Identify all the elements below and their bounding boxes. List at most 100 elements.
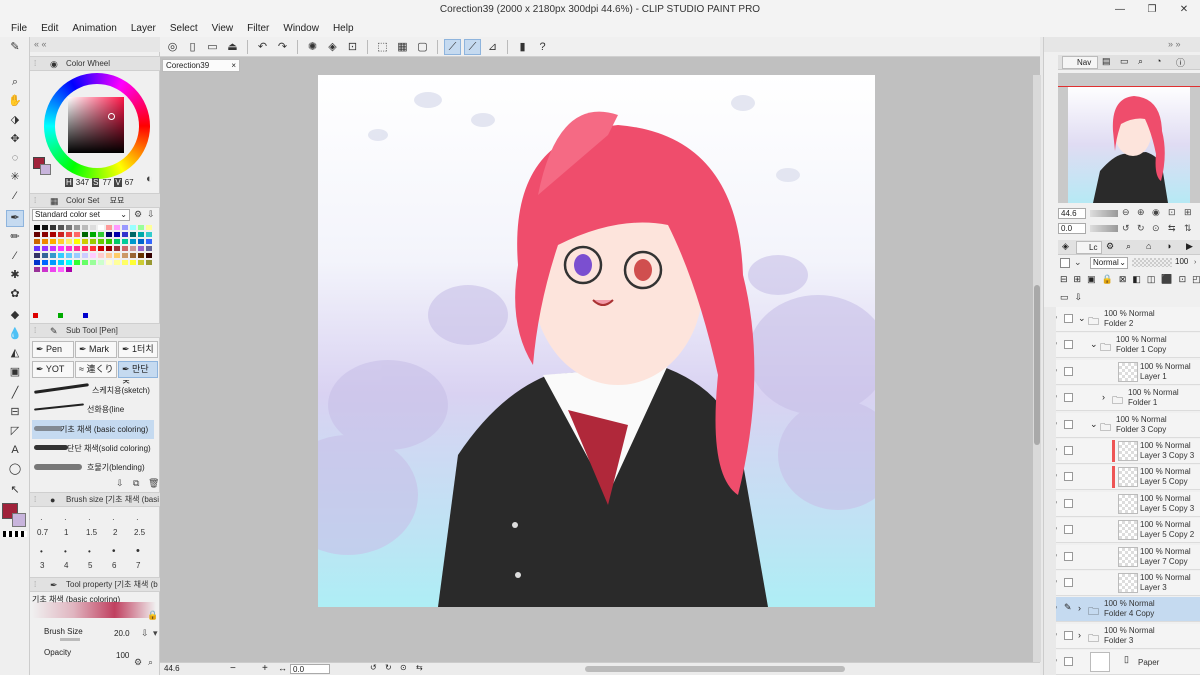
color-swatch[interactable] bbox=[65, 224, 73, 231]
color-swatch[interactable] bbox=[73, 238, 81, 245]
merge-down-icon[interactable]: ⇩ bbox=[1075, 292, 1083, 306]
color-swatch[interactable] bbox=[81, 245, 89, 252]
color-swatch[interactable] bbox=[137, 259, 145, 266]
layer-lock-checkbox[interactable] bbox=[1064, 314, 1073, 323]
color-swatch[interactable] bbox=[81, 252, 89, 259]
color-swatch[interactable] bbox=[65, 259, 73, 266]
sub-tool-tab-6[interactable]: ✒ 만단 ᄌ bbox=[118, 361, 158, 389]
artwork-canvas[interactable] bbox=[318, 75, 875, 607]
color-swatch[interactable] bbox=[97, 231, 105, 238]
color-swatch[interactable] bbox=[113, 238, 121, 245]
color-swatch[interactable] bbox=[113, 231, 121, 238]
brush-size-dot[interactable]: · bbox=[40, 515, 43, 524]
color-swatch[interactable] bbox=[33, 231, 41, 238]
color-swatch-grid[interactable] bbox=[33, 224, 153, 276]
blend-mode-dropdown[interactable]: Normal ⌄ bbox=[1090, 257, 1128, 269]
color-swatch[interactable] bbox=[73, 252, 81, 259]
color-swatch[interactable] bbox=[137, 224, 145, 231]
navigator-zoom-slider[interactable] bbox=[1090, 210, 1118, 217]
opacity-prop-value[interactable]: 100 bbox=[116, 651, 129, 660]
layer-row[interactable]: 👁100 % NormalLayer 5 Copy bbox=[1044, 465, 1200, 491]
recent-color-red[interactable] bbox=[33, 313, 38, 318]
search-icon[interactable]: ⌕ bbox=[148, 657, 153, 668]
new-file-icon[interactable]: ▯ bbox=[184, 39, 201, 55]
color-swatch[interactable] bbox=[33, 266, 41, 273]
color-swatch[interactable] bbox=[41, 259, 49, 266]
layer-color-toggle[interactable] bbox=[1060, 258, 1070, 268]
sub-tool-tab-pen[interactable]: ✒ Pen bbox=[32, 341, 74, 358]
color-swatch[interactable] bbox=[57, 259, 65, 266]
color-swatch[interactable] bbox=[145, 224, 153, 231]
ruler-icon[interactable]: ◸ bbox=[6, 423, 24, 440]
color-swatch[interactable] bbox=[105, 259, 113, 266]
color-swatch[interactable] bbox=[113, 224, 121, 231]
layer-property-tab-icon[interactable]: ⚙ bbox=[1106, 241, 1114, 252]
clear-icon[interactable]: ✺ bbox=[304, 39, 321, 55]
color-set-extra-tab[interactable]: 묘묘 bbox=[110, 196, 125, 205]
color-tab-icon[interactable]: ◑ bbox=[1166, 241, 1171, 251]
lock-layer-icon[interactable]: 🔒 bbox=[1102, 274, 1113, 288]
layer-lock-checkbox[interactable] bbox=[1064, 498, 1073, 508]
copy-sub-tool-icon[interactable]: ⧉ bbox=[133, 478, 139, 489]
chevron-down-icon[interactable]: ⌄ bbox=[1078, 313, 1086, 324]
navigator-tab[interactable]: Nav bbox=[1062, 56, 1098, 69]
color-swatch[interactable] bbox=[57, 231, 65, 238]
color-swatch[interactable] bbox=[57, 238, 65, 245]
layer-row[interactable]: 👁100 % NormalLayer 5 Copy 3 bbox=[1044, 491, 1200, 517]
brush-size-dot[interactable]: · bbox=[112, 515, 115, 524]
color-swatch[interactable] bbox=[89, 252, 97, 259]
color-swatch[interactable] bbox=[137, 231, 145, 238]
chevron-right-icon[interactable]: › bbox=[1194, 259, 1196, 266]
flip-horizontal-icon[interactable]: ⇆ bbox=[1168, 223, 1176, 234]
color-swatch[interactable] bbox=[57, 224, 65, 231]
reset-rotation-icon[interactable]: ⊙ bbox=[1152, 223, 1160, 234]
add-sub-tool-icon[interactable]: ⇩ bbox=[116, 478, 124, 489]
transparent-color-icon[interactable] bbox=[3, 531, 27, 537]
zoom-out-icon[interactable]: − bbox=[230, 663, 236, 674]
figure-icon[interactable]: ╱ bbox=[6, 385, 24, 402]
rotate-right-icon[interactable]: ↻ bbox=[385, 663, 392, 672]
deselect-icon[interactable]: ⬚ bbox=[374, 39, 391, 55]
layer-folder-row[interactable]: 👁⌄🗀100 % NormalFolder 1 Copy bbox=[1044, 333, 1200, 359]
color-swatch[interactable] bbox=[81, 238, 89, 245]
color-swatch[interactable] bbox=[65, 231, 73, 238]
chevron-right-icon[interactable]: › bbox=[1078, 630, 1081, 640]
snap-ruler-icon[interactable]: ⟋ bbox=[444, 38, 461, 55]
grip-icon[interactable]: ⁞ bbox=[34, 578, 36, 591]
layer-row[interactable]: 👁100 % NormalLayer 3 bbox=[1044, 571, 1200, 596]
color-swatch[interactable] bbox=[49, 224, 57, 231]
eyedropper-icon[interactable]: ⁄ bbox=[6, 188, 24, 205]
chevron-right-icon[interactable]: › bbox=[1102, 392, 1105, 402]
color-set-dropdown[interactable]: Standard color set ⌄ bbox=[32, 209, 130, 221]
color-swatch[interactable] bbox=[129, 259, 137, 266]
panel-collapse-bar[interactable]: « « bbox=[30, 37, 160, 52]
transform-icon[interactable]: ⊡ bbox=[344, 39, 361, 55]
rotate-left-icon[interactable]: ↺ bbox=[1122, 223, 1130, 234]
sub-color-swatch[interactable] bbox=[12, 513, 26, 527]
color-swatch[interactable] bbox=[73, 231, 81, 238]
layer-lock-checkbox[interactable] bbox=[1064, 525, 1073, 535]
zoom-in-icon[interactable]: ⊕ bbox=[1137, 207, 1145, 218]
rotate-left-icon[interactable]: ↺ bbox=[370, 663, 377, 672]
color-swatch[interactable] bbox=[113, 245, 121, 252]
frame-border-icon[interactable]: ⊟ bbox=[6, 404, 24, 421]
paper-layer-row[interactable]: 👁▯Paper bbox=[1044, 650, 1200, 675]
auto-select-icon[interactable]: ✳ bbox=[6, 169, 24, 186]
menu-layer[interactable]: Layer bbox=[124, 20, 163, 37]
layer-row[interactable]: 👁100 % NormalLayer 3 Copy 3 bbox=[1044, 439, 1200, 464]
grip-icon[interactable]: ⁞ bbox=[34, 324, 36, 337]
layer-folder-row[interactable]: 👁›🗀100 % NormalFolder 1 bbox=[1044, 386, 1200, 412]
color-swatch[interactable] bbox=[81, 231, 89, 238]
color-swatch[interactable] bbox=[145, 231, 153, 238]
snap-grid-icon[interactable]: ⊿ bbox=[484, 39, 501, 55]
color-swatch[interactable] bbox=[105, 245, 113, 252]
settings-icon[interactable]: ⚙ bbox=[134, 657, 142, 668]
pressure-icon[interactable]: ⇩ bbox=[141, 628, 149, 639]
color-swatch[interactable] bbox=[89, 224, 97, 231]
color-swatch[interactable] bbox=[129, 224, 137, 231]
color-swatch[interactable] bbox=[41, 266, 49, 273]
color-swatch[interactable] bbox=[145, 259, 153, 266]
minimize-button[interactable]: — bbox=[1104, 0, 1136, 20]
color-swatch[interactable] bbox=[89, 259, 97, 266]
brush-size-dot[interactable]: • bbox=[136, 545, 140, 557]
